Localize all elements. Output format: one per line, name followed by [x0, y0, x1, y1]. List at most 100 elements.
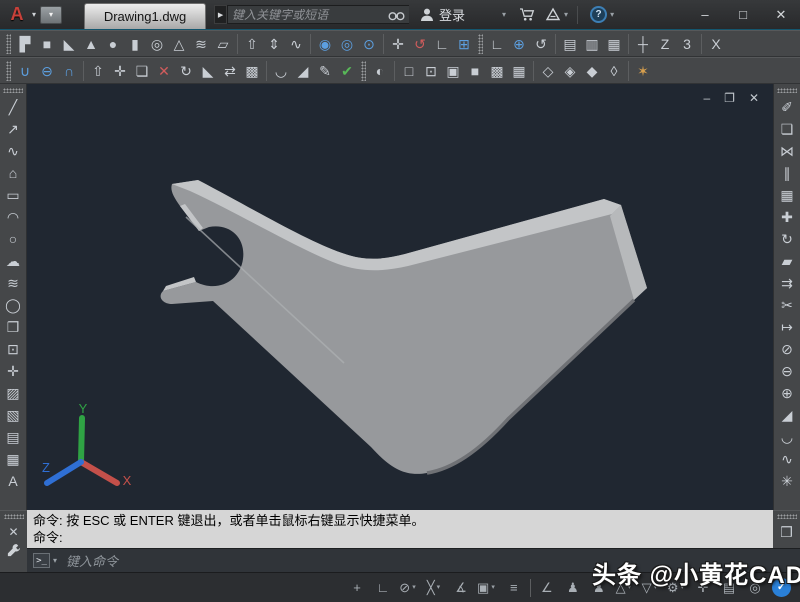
ucs-previous-icon[interactable]: ↺: [531, 33, 551, 55]
subtract-icon[interactable]: ⊖: [37, 60, 57, 82]
render-icon[interactable]: ✶: [633, 60, 653, 82]
ucs-3point-icon[interactable]: 3: [677, 33, 697, 55]
autocad-logo-icon[interactable]: A: [4, 3, 30, 27]
polyline-icon[interactable]: ∿: [2, 140, 24, 162]
maximize-button[interactable]: □: [724, 1, 762, 29]
fillet-edge-icon[interactable]: ◡: [271, 60, 291, 82]
visual-styles-manager-icon[interactable]: ◐: [370, 60, 390, 82]
close-button[interactable]: ✕: [762, 1, 800, 29]
view-ne-isometric-icon[interactable]: ◆: [582, 60, 602, 82]
ucs-icon[interactable]: ∟: [487, 33, 507, 55]
quick-access-customize-button[interactable]: ▾: [40, 5, 63, 24]
lineweight-icon[interactable]: ≡: [502, 577, 526, 599]
search-binoculars-icon[interactable]: [388, 8, 405, 22]
box-icon[interactable]: ■: [37, 33, 57, 55]
delete-faces-icon[interactable]: ✕: [154, 60, 174, 82]
view-nw-isometric-icon[interactable]: ◊: [604, 60, 624, 82]
torus-icon[interactable]: ◎: [147, 33, 167, 55]
chamfer-edge-icon[interactable]: ◢: [293, 60, 313, 82]
explode-icon[interactable]: ✳: [776, 470, 798, 492]
copy-icon[interactable]: ❏: [776, 118, 798, 140]
subobject-no-filter-icon[interactable]: ◉: [315, 33, 335, 55]
extend-icon[interactable]: ↦: [776, 316, 798, 338]
sphere-icon[interactable]: ●: [103, 33, 123, 55]
scale-gizmo-icon[interactable]: ∟: [432, 33, 452, 55]
view-se-isometric-icon[interactable]: ◈: [560, 60, 580, 82]
move-icon[interactable]: ✚: [776, 206, 798, 228]
solid-main-face[interactable]: [160, 180, 647, 474]
ellipse-icon[interactable]: ◯: [2, 294, 24, 316]
move-faces-icon[interactable]: ✛: [110, 60, 130, 82]
vs-wireframe-icon[interactable]: ⊡: [421, 60, 441, 82]
object-snap-tracking-icon[interactable]: ∡: [449, 577, 473, 599]
rotate-icon[interactable]: ↻: [776, 228, 798, 250]
ucs-z-axis-icon[interactable]: Z: [655, 33, 675, 55]
subobject-vertex-filter-icon[interactable]: ◎: [337, 33, 357, 55]
viewport-close-button[interactable]: ✕: [749, 92, 759, 104]
viewport-restore-button[interactable]: ❐: [724, 92, 735, 104]
toolbar-grip[interactable]: [361, 60, 366, 81]
fillet-icon[interactable]: ◡: [776, 426, 798, 448]
mtext-icon[interactable]: A: [2, 470, 24, 492]
3d-array-icon[interactable]: ⊞: [454, 33, 474, 55]
drawing-area[interactable]: – ❐ ✕ Y X Z: [27, 84, 773, 510]
planar-surface-icon[interactable]: ▱: [213, 33, 233, 55]
ucs-origin-icon[interactable]: ┼: [633, 33, 653, 55]
toolbar-grip[interactable]: [6, 33, 11, 54]
a360-icon[interactable]: [545, 7, 561, 22]
presspull-icon[interactable]: ⇕: [264, 33, 284, 55]
ucs-world-icon[interactable]: ⊕: [509, 33, 529, 55]
wedge-icon[interactable]: ◣: [59, 33, 79, 55]
insert-block-icon[interactable]: ❐: [2, 316, 24, 338]
vs-conceptual-icon[interactable]: ▩: [487, 60, 507, 82]
isometric-drafting-icon[interactable]: ╳ ▾: [423, 577, 447, 599]
toolbar-grip[interactable]: [776, 514, 797, 519]
help-icon[interactable]: ?: [590, 6, 608, 23]
chamfer-icon[interactable]: ◢: [776, 404, 798, 426]
erase-icon[interactable]: ✐: [776, 96, 798, 118]
move-gizmo-icon[interactable]: ✛: [388, 33, 408, 55]
annotation-monitor-icon[interactable]: ♟: [561, 577, 585, 599]
ucs-view-icon[interactable]: ▦: [604, 33, 624, 55]
point-icon[interactable]: ✛: [2, 360, 24, 382]
polygon-icon[interactable]: ⌂: [2, 162, 24, 184]
offset-icon[interactable]: ∥: [776, 162, 798, 184]
rotate-gizmo-icon[interactable]: ↺: [410, 33, 430, 55]
union-icon[interactable]: ∪: [15, 60, 35, 82]
copy-faces-icon[interactable]: ⇄: [220, 60, 240, 82]
ucs-icon[interactable]: Y X Z: [39, 402, 169, 506]
pyramid-icon[interactable]: △: [169, 33, 189, 55]
dynamic-input-icon[interactable]: +: [345, 577, 369, 599]
dropdown-caret[interactable]: ▾: [412, 584, 416, 591]
vs-realistic-icon[interactable]: ■: [465, 60, 485, 82]
table-icon[interactable]: ▦: [2, 448, 24, 470]
offset-faces-icon[interactable]: ❏: [132, 60, 152, 82]
search-box[interactable]: 键入关键字或短语: [227, 5, 410, 24]
toolbar-grip[interactable]: [6, 60, 11, 81]
stretch-icon[interactable]: ⇉: [776, 272, 798, 294]
subobject-edge-filter-icon[interactable]: ⊙: [359, 33, 379, 55]
create-block-icon[interactable]: ⊡: [2, 338, 24, 360]
gradient-icon[interactable]: ▧: [2, 404, 24, 426]
intersect-icon[interactable]: ∩: [59, 60, 79, 82]
color-faces-icon[interactable]: ▩: [242, 60, 262, 82]
cylinder-icon[interactable]: ▮: [125, 33, 145, 55]
break-at-point-icon[interactable]: ⊖: [776, 360, 798, 382]
join-icon[interactable]: ⊕: [776, 382, 798, 404]
command-customize-wrench-icon[interactable]: [6, 543, 21, 558]
viewport-minimize-button[interactable]: –: [703, 92, 710, 104]
spline-icon[interactable]: ≋: [2, 272, 24, 294]
blend-curves-icon[interactable]: ∿: [776, 448, 798, 470]
extrude-icon[interactable]: ⇧: [242, 33, 262, 55]
command-panel-grip[interactable]: [3, 514, 24, 519]
clean-icon[interactable]: ✔: [337, 60, 357, 82]
ucs-face-icon[interactable]: ▤: [560, 33, 580, 55]
arc-icon[interactable]: ◠: [2, 206, 24, 228]
login-button[interactable]: 登录: [439, 5, 465, 24]
rotate-faces-icon[interactable]: ↻: [176, 60, 196, 82]
search-arrow-button[interactable]: ▶: [214, 5, 228, 24]
helix-icon[interactable]: ≋: [191, 33, 211, 55]
docked-toolbar-icon[interactable]: ❒: [776, 521, 798, 543]
toolbar-grip[interactable]: [3, 88, 23, 93]
polysolid-icon[interactable]: ▛: [15, 33, 35, 55]
